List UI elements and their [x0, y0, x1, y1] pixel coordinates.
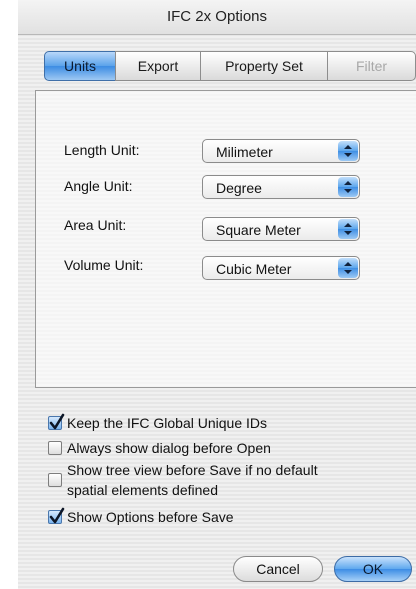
angle-unit-select[interactable]: Degree — [202, 175, 360, 199]
area-unit-select[interactable]: Square Meter — [202, 217, 360, 241]
tab-units[interactable]: Units — [44, 51, 116, 81]
angle-unit-value: Degree — [216, 180, 262, 196]
popup-arrows-icon — [338, 258, 358, 278]
window-title: IFC 2x Options — [166, 8, 268, 25]
keep-guid-label: Keep the IFC Global Unique IDs — [67, 415, 267, 431]
checkmark-icon — [49, 413, 65, 430]
angle-unit-label: Angle Unit: — [64, 178, 133, 194]
cancel-button[interactable]: Cancel — [233, 556, 323, 582]
title-bar[interactable]: IFC 2x Options — [18, 0, 416, 35]
volume-unit-select[interactable]: Cubic Meter — [202, 256, 360, 280]
length-unit-value: Milimeter — [216, 144, 273, 160]
popup-arrows-icon — [338, 177, 358, 197]
keep-guid-checkbox[interactable] — [48, 413, 65, 430]
length-unit-select[interactable]: Milimeter — [202, 139, 360, 163]
window-edge — [0, 0, 18, 589]
popup-arrows-icon — [338, 141, 358, 161]
show-options-save-label: Show Options before Save — [67, 509, 234, 525]
area-unit-label: Area Unit: — [64, 217, 127, 233]
tab-export[interactable]: Export — [115, 51, 201, 81]
show-dialog-open-label: Always show dialog before Open — [67, 440, 271, 456]
checkmark-icon — [49, 507, 65, 524]
show-dialog-open-checkbox[interactable] — [48, 441, 62, 455]
volume-unit-label: Volume Unit: — [64, 257, 144, 273]
show-tree-view-label-line1: Show tree view before Save if no default — [67, 462, 318, 478]
show-tree-view-label-line2: spatial elements defined — [67, 482, 218, 498]
show-options-save-checkbox[interactable] — [48, 507, 65, 524]
area-unit-value: Square Meter — [216, 222, 301, 238]
popup-arrows-icon — [338, 219, 358, 239]
length-unit-label: Length Unit: — [64, 142, 140, 158]
show-tree-view-checkbox[interactable] — [48, 473, 62, 487]
ok-button[interactable]: OK — [334, 556, 412, 582]
tab-filter: Filter — [327, 51, 416, 81]
volume-unit-value: Cubic Meter — [216, 261, 292, 277]
tab-property-set[interactable]: Property Set — [200, 51, 328, 81]
